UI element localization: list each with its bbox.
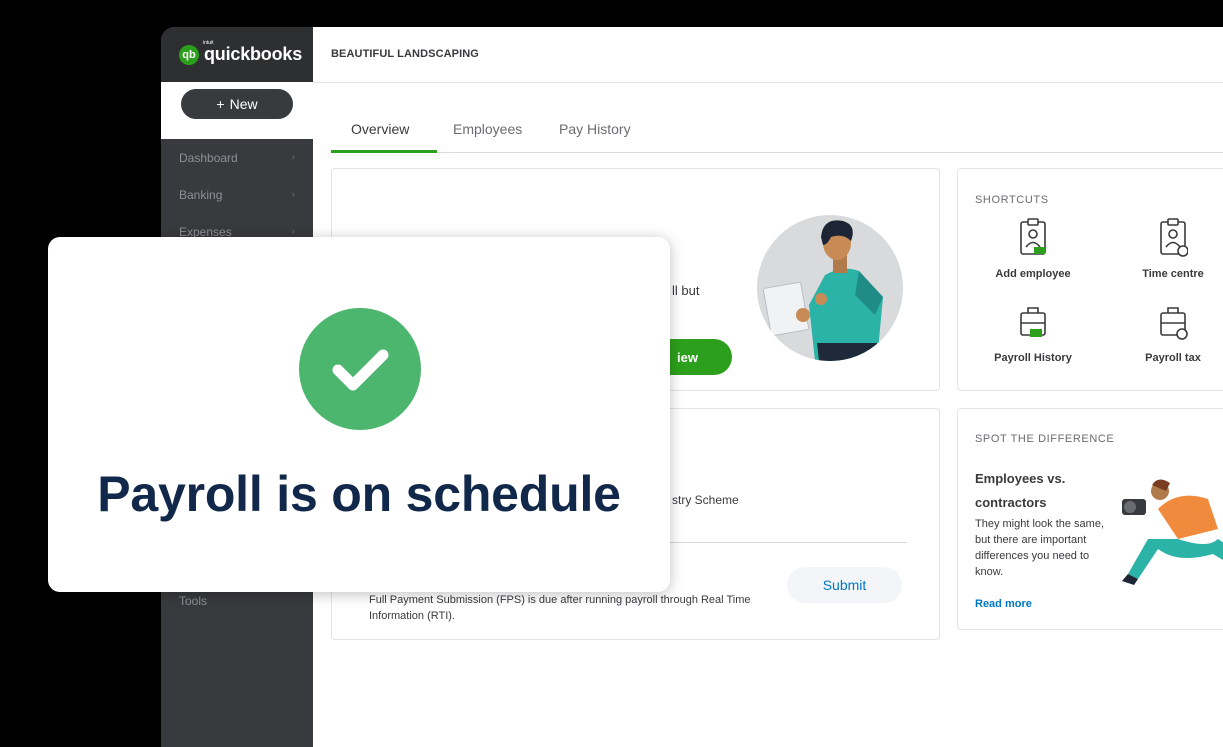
quickbooks-logo-icon: qb xyxy=(179,44,199,65)
new-button-label: New xyxy=(229,96,258,112)
clipboard-person-icon xyxy=(1020,218,1046,255)
briefcase-money-icon xyxy=(1020,307,1046,337)
tab-pay-history[interactable]: Pay History xyxy=(559,121,631,137)
briefcase-clock-icon xyxy=(1160,307,1188,340)
active-tab-indicator xyxy=(331,150,437,153)
success-check-badge xyxy=(299,308,421,430)
shortcut-label: Add employee xyxy=(995,268,1071,280)
sidebar-item-label: Banking xyxy=(179,187,223,202)
chevron-right-icon: › xyxy=(291,152,295,163)
sidebar-item-banking[interactable]: Banking › xyxy=(161,176,313,213)
checkmark-icon xyxy=(332,349,389,391)
submit-button[interactable]: Submit xyxy=(787,567,902,603)
overlay-message: Payroll is on schedule xyxy=(97,466,621,522)
shortcuts-card: SHORTCUTS Add employee Time centre Payro… xyxy=(957,168,1223,391)
shortcuts-title: SHORTCUTS xyxy=(975,194,1049,206)
shortcut-label: Time centre xyxy=(1142,268,1204,280)
spot-title: SPOT THE DIFFERENCE xyxy=(975,433,1115,445)
photographer-illustration xyxy=(1122,479,1223,585)
shortcut-add-employee[interactable]: Add employee xyxy=(978,217,1088,280)
card-text-fragment: ll but xyxy=(672,283,700,298)
top-bar: BEAUTIFUL LANDSCAPING xyxy=(313,27,1223,83)
spot-heading: Employees vs. contractors xyxy=(975,471,1066,510)
sidebar-item-dashboard[interactable]: Dashboard › xyxy=(161,139,313,176)
payroll-status-overlay: Payroll is on schedule xyxy=(48,237,670,592)
spot-the-difference-card: SPOT THE DIFFERENCE Employees vs. contra… xyxy=(957,408,1223,630)
fps-task-description: Full Payment Submission (FPS) is due aft… xyxy=(369,594,751,622)
chevron-right-icon: › xyxy=(291,189,295,200)
shortcut-payroll-tax[interactable]: Payroll tax xyxy=(1118,301,1223,364)
chevron-right-icon: › xyxy=(291,226,295,237)
new-button-area: + New xyxy=(161,82,313,139)
logo-text: quickbooks xyxy=(204,44,303,64)
tab-employees[interactable]: Employees xyxy=(453,121,522,137)
spot-body: They might look the same, but there are … xyxy=(975,518,1105,578)
plus-icon: + xyxy=(216,96,225,112)
task-text-fragment: stry Scheme xyxy=(672,493,739,507)
shortcut-label: Payroll tax xyxy=(1145,352,1201,364)
sidebar-item-tools[interactable]: Tools xyxy=(179,594,207,608)
shortcut-label: Payroll History xyxy=(994,352,1072,364)
view-button-label: iew xyxy=(677,349,698,365)
tab-bar: Overview Employees Pay History xyxy=(331,117,1223,153)
employee-illustration xyxy=(757,215,903,361)
sidebar-item-label: Dashboard xyxy=(179,150,238,165)
sidebar-nav: Dashboard › Banking › Expenses › xyxy=(161,139,313,250)
shortcut-payroll-history[interactable]: Payroll History xyxy=(978,301,1088,364)
clipboard-clock-icon xyxy=(1160,218,1189,257)
quickbooks-logo[interactable]: qb intuit quickbooks xyxy=(161,27,313,82)
intuit-wordmark: intuit xyxy=(203,40,214,46)
shortcut-time-centre[interactable]: Time centre xyxy=(1118,217,1223,280)
read-more-link[interactable]: Read more xyxy=(975,598,1032,610)
tab-overview[interactable]: Overview xyxy=(351,121,409,137)
person-reading-illustration xyxy=(762,220,883,361)
new-button[interactable]: + New xyxy=(181,89,293,119)
company-name: BEAUTIFUL LANDSCAPING xyxy=(331,48,479,60)
